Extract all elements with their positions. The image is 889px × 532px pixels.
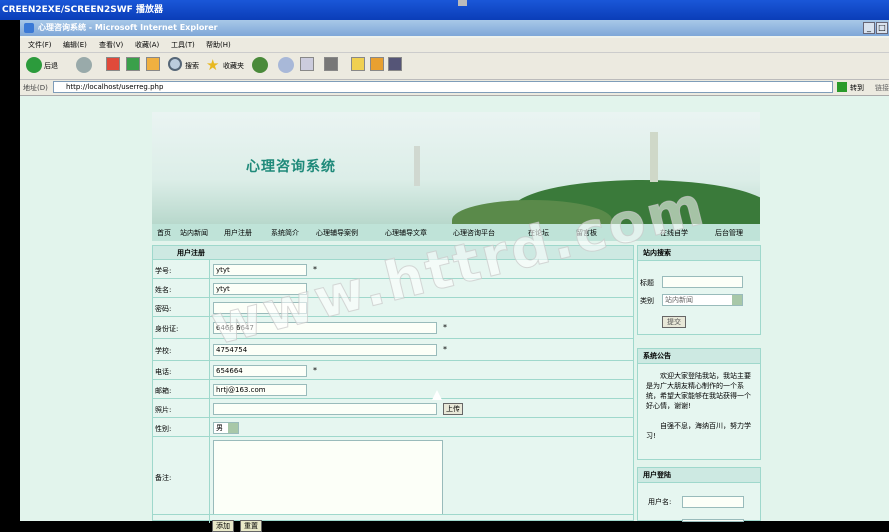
links-button[interactable]: 链接 xyxy=(875,83,889,93)
discuss-icon[interactable] xyxy=(351,57,365,73)
notice-text-2: 自强不息，海纳百川，努力学习! xyxy=(646,422,751,440)
nav-articles[interactable]: 心理辅导文章 xyxy=(385,228,427,238)
nav-register[interactable]: 用户注册 xyxy=(224,228,252,238)
login-username-label: 用户名: xyxy=(648,498,672,506)
toolbar: 后退 搜索 ★ 收藏夹 xyxy=(20,53,889,80)
favorites-label[interactable]: 收藏夹 xyxy=(223,61,244,71)
required-star: * xyxy=(443,345,447,354)
email-input[interactable]: hrtj@163.com xyxy=(213,384,307,396)
player-grip[interactable] xyxy=(458,0,467,6)
notice-panel: 系统公告 欢迎大家登陆我站，我站主要是为广大朋友精心制作的一个系统，希望大家能够… xyxy=(637,348,761,460)
history-icon[interactable] xyxy=(252,57,268,75)
go-button[interactable]: 转到 xyxy=(850,83,864,93)
edit-icon[interactable] xyxy=(324,57,338,73)
login-password-label: 密码: xyxy=(648,521,665,529)
address-label: 地址(D) xyxy=(23,84,48,92)
ie-window-title: 心理咨询系统 - Microsoft Internet Explorer xyxy=(38,23,218,32)
mail-icon[interactable] xyxy=(278,57,294,75)
home-icon[interactable] xyxy=(146,57,160,73)
mouse-cursor-icon xyxy=(432,390,442,400)
login-username-input[interactable] xyxy=(682,496,744,508)
messenger-icon[interactable] xyxy=(388,57,402,73)
row-phone: 电话: 654664 * xyxy=(153,360,633,380)
form-title: 用户注册 xyxy=(177,249,205,257)
photo-input[interactable] xyxy=(213,403,437,415)
menu-favorites[interactable]: 收藏(A) xyxy=(135,40,159,50)
ie-logo-icon xyxy=(24,23,34,33)
favorites-star-icon[interactable]: ★ xyxy=(206,57,219,73)
back-icon[interactable] xyxy=(26,57,42,75)
menu-tools[interactable]: 工具(T) xyxy=(171,40,195,50)
site-title: 心理咨询系统 xyxy=(246,159,336,175)
phone-input[interactable]: 654664 xyxy=(213,365,307,377)
banner-tower xyxy=(414,146,420,186)
go-arrow-icon[interactable] xyxy=(837,82,847,92)
left-black-border xyxy=(0,20,20,521)
password-label: 密码: xyxy=(155,305,172,313)
menu-bar: 文件(F) 编辑(E) 查看(V) 收藏(A) 工具(T) 帮助(H) xyxy=(20,38,889,53)
id-card-label: 身份证: xyxy=(155,325,179,333)
student-id-label: 学号: xyxy=(155,267,172,275)
nav-about[interactable]: 系统简介 xyxy=(271,228,299,238)
ie-window: 心理咨询系统 - Microsoft Internet Explorer _ □… xyxy=(20,20,889,532)
search-title-input[interactable] xyxy=(662,276,743,288)
remark-textarea[interactable] xyxy=(213,440,443,515)
forward-icon[interactable] xyxy=(76,57,92,75)
reset-button[interactable]: 重置 xyxy=(240,520,262,532)
back-label[interactable]: 后退 xyxy=(44,61,58,71)
chevron-down-icon xyxy=(228,423,238,433)
search-title-label: 标题 xyxy=(640,279,654,287)
search-category-value: 站内新闻 xyxy=(665,296,693,304)
school-label: 学校: xyxy=(155,347,172,355)
row-email: 邮箱: hrtj@163.com xyxy=(153,379,633,399)
email-label: 邮箱: xyxy=(155,387,172,395)
stop-icon[interactable] xyxy=(106,57,120,73)
nav-cases[interactable]: 心理辅导案例 xyxy=(316,228,358,238)
add-button[interactable]: 添加 xyxy=(212,520,234,532)
gender-select[interactable]: 男 xyxy=(213,422,239,434)
upload-button[interactable]: 上传 xyxy=(443,403,463,415)
gender-value: 男 xyxy=(216,424,223,432)
nav-home[interactable]: 首页 xyxy=(157,228,171,238)
search-category-select[interactable]: 站内新闻 xyxy=(662,294,743,306)
ie-title-bar: 心理咨询系统 - Microsoft Internet Explorer _ □ xyxy=(20,20,889,36)
minimize-button[interactable]: _ xyxy=(863,22,875,34)
maximize-button[interactable]: □ xyxy=(876,22,888,34)
login-panel-header: 用户登陆 xyxy=(638,468,760,483)
required-star: * xyxy=(313,366,317,375)
page-content: 心理咨询系统 首页 站内新闻 用户注册 系统简介 心理辅导案例 心理辅导文章 心… xyxy=(20,96,889,532)
address-bar: 地址(D) http://localhost/userreg.php 转到 链接 xyxy=(20,80,889,96)
player-title: CREEN2EXE/SCREEN2SWF 播放器 xyxy=(2,5,163,15)
notice-panel-header: 系统公告 xyxy=(638,349,760,364)
remark-label: 备注: xyxy=(155,474,172,482)
nav-admin[interactable]: 后台管理 xyxy=(715,228,743,238)
search-label[interactable]: 搜索 xyxy=(185,61,199,71)
banner-pagoda xyxy=(650,132,658,182)
menu-help[interactable]: 帮助(H) xyxy=(206,40,231,50)
menu-view[interactable]: 查看(V) xyxy=(99,40,123,50)
photo-label: 照片: xyxy=(155,406,172,414)
search-panel: 站内搜索 标题 类别 站内新闻 提交 xyxy=(637,245,761,335)
menu-file[interactable]: 文件(F) xyxy=(28,40,52,50)
research-icon[interactable] xyxy=(370,57,384,73)
nav-news[interactable]: 站内新闻 xyxy=(180,228,208,238)
address-input[interactable]: http://localhost/userreg.php xyxy=(53,81,833,93)
menu-edit[interactable]: 编辑(E) xyxy=(63,40,87,50)
player-title-bar: CREEN2EXE/SCREEN2SWF 播放器 xyxy=(0,0,889,20)
row-remark: 备注: xyxy=(153,436,633,515)
required-star: * xyxy=(443,323,447,332)
notice-text-1: 欢迎大家登陆我站，我站主要是为广大朋友精心制作的一个系统，希望大家能够在我站获得… xyxy=(646,372,751,410)
refresh-icon[interactable] xyxy=(126,57,140,73)
row-photo: 照片: 上传 xyxy=(153,398,633,418)
login-panel: 用户登陆 用户名: 密码: xyxy=(637,467,761,529)
chevron-down-icon xyxy=(732,295,742,305)
phone-label: 电话: xyxy=(155,368,172,376)
name-label: 姓名: xyxy=(155,286,172,294)
search-submit-button[interactable]: 提交 xyxy=(662,316,686,328)
row-gender: 性别: 男 xyxy=(153,417,633,437)
search-category-label: 类别 xyxy=(640,297,654,305)
print-icon[interactable] xyxy=(300,57,314,73)
search-icon[interactable] xyxy=(168,57,182,73)
gender-label: 性别: xyxy=(155,425,172,433)
